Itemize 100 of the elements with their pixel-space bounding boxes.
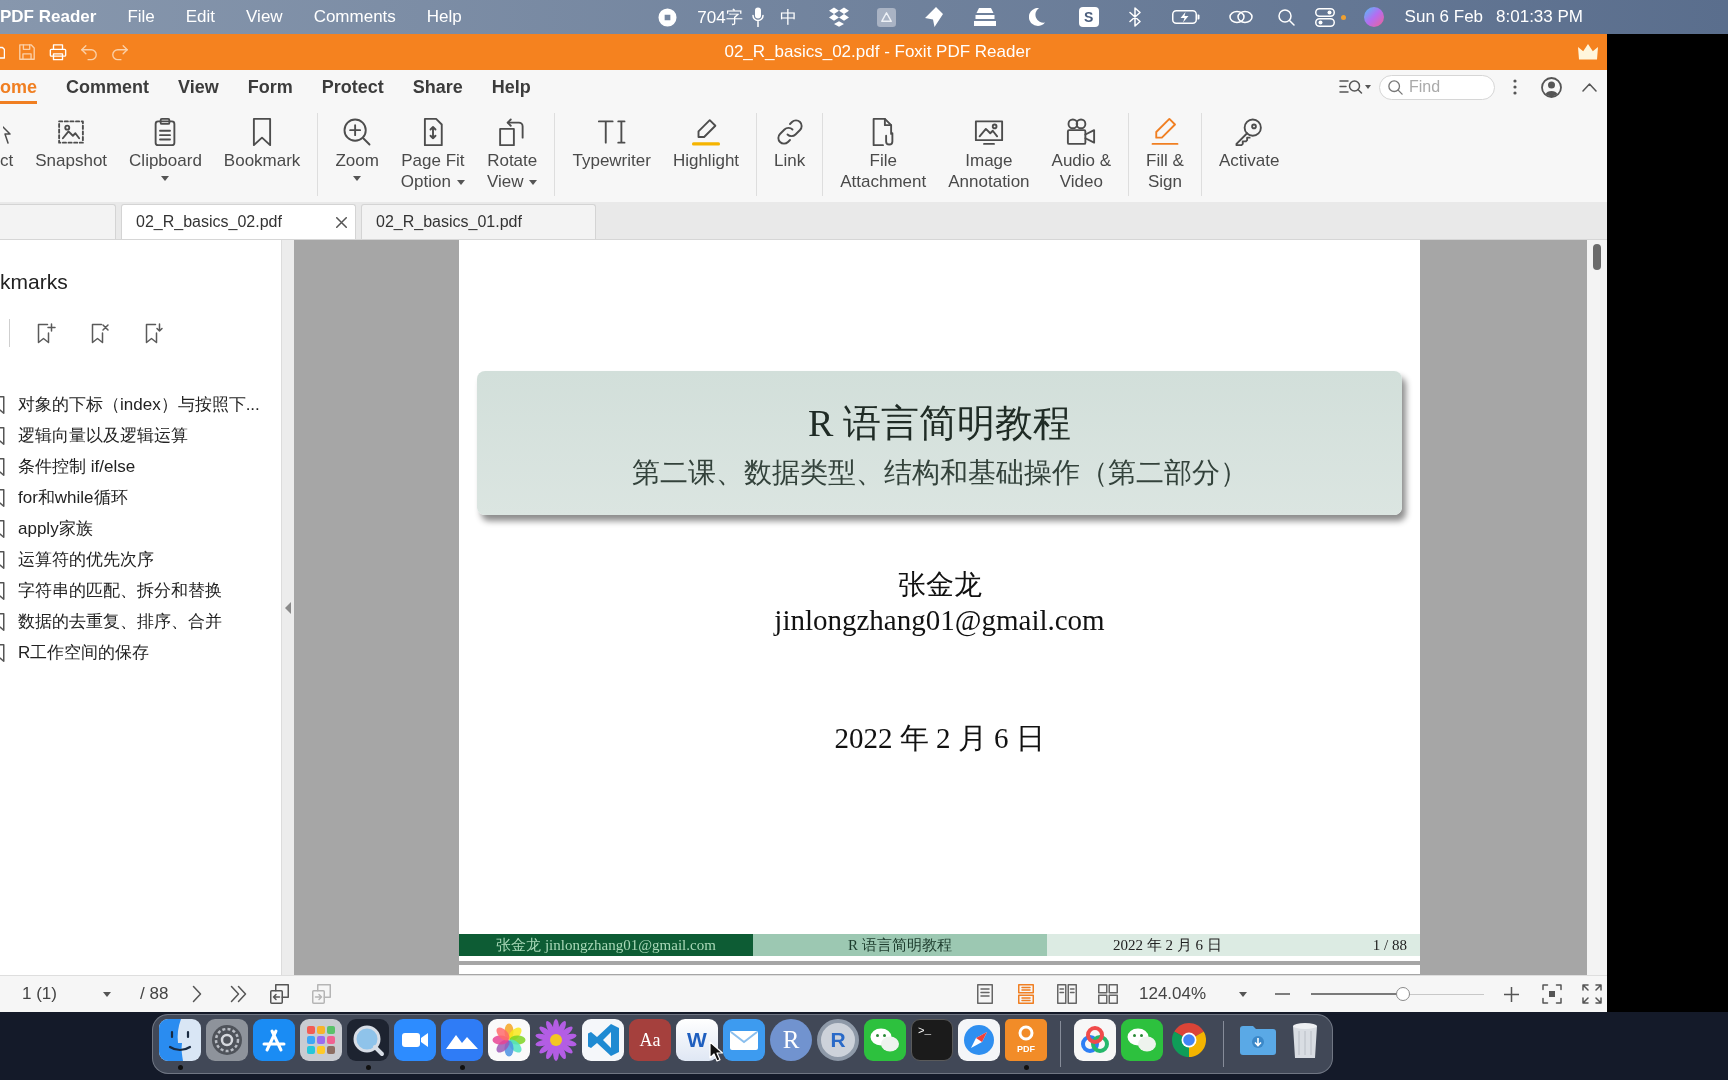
slide-title: R 语言简明教程 [808,401,1071,446]
lens-icon[interactable] [347,1019,389,1061]
page-fit-button[interactable]: Page Fit Option [389,117,476,192]
terminal-app[interactable]: >_ [911,1019,953,1061]
bookmark-icon [0,519,5,538]
facing-grid-icon[interactable] [1098,984,1118,1004]
bookmark-item[interactable]: 字符串的匹配、拆分和替换 [0,575,226,606]
triangle-tile-icon[interactable] [876,7,896,27]
toggles-icon[interactable] [1314,7,1335,27]
fullscreen-icon[interactable] [1582,984,1602,1004]
bookmark-button[interactable]: Bookmark [212,117,312,171]
ribbon-tab[interactable]: Help [491,70,531,104]
document-tab[interactable]: 02_R_basics_01.pdf [361,204,596,239]
interlocked-rings-icon[interactable] [1228,10,1253,24]
bookmark-item[interactable]: apply家族 [0,513,97,544]
pencil-icon [1150,117,1180,147]
envelope-icon[interactable] [723,1019,765,1061]
scrollbar-thumb[interactable] [1593,244,1601,270]
search-options-icon[interactable] [1339,78,1371,96]
link-button[interactable]: Link [763,117,817,171]
bookmark-item[interactable]: R工作空间的保存 [0,637,154,668]
app-logo[interactable]: S [1078,7,1099,27]
more-icon[interactable] [1513,79,1517,95]
file-attachment-button[interactable]: File Attachment [829,117,938,192]
image-annotation-button[interactable]: Image Annotation [937,117,1041,192]
key-icon [1234,117,1265,147]
bookmark-icon [0,488,5,507]
bookmark-icon [0,581,5,600]
facing-pages-icon[interactable] [1057,984,1077,1004]
pinwheel-icon[interactable] [488,1019,530,1061]
mountains-icon[interactable] [441,1019,483,1061]
a-strokes-icon[interactable] [253,1019,295,1061]
ribbon-logo-icon[interactable] [582,1019,624,1061]
bookmark-x-icon[interactable] [90,322,110,344]
ribbon-tab[interactable]: Share [412,70,463,104]
page-number-field[interactable]: 1 (1) [0,980,120,1008]
bookmark-icon [0,612,5,631]
single-page-icon[interactable] [975,984,995,1004]
folder-icon[interactable] [0,44,5,60]
double-chevron-icon[interactable] [230,985,248,1003]
stop-record-icon[interactable] [658,7,678,27]
rings-icon[interactable] [1074,1019,1116,1061]
rotate-view-button[interactable]: Rotate View [475,117,549,192]
bookmark-item[interactable]: for和while循环 [0,482,132,513]
book-app[interactable]: Aa [629,1019,671,1061]
gear-icon[interactable] [206,1019,248,1061]
chat-bubbles-icon[interactable] [1121,1019,1163,1061]
ribbon-tab[interactable]: Form [247,70,293,104]
clock-time: 8:01:33 PM [1496,7,1583,27]
collapse-arrow-icon[interactable] [285,601,291,614]
audio-video-button[interactable]: Audio & Video [1040,117,1123,192]
input-source[interactable]: 中 [779,5,797,29]
link-icon [774,117,805,147]
snapshot-button[interactable]: Snapshot [24,117,119,171]
highlight-button[interactable]: Highlight [661,117,751,171]
typewriter-button[interactable]: Typewriter [561,117,662,171]
ribbon-tab[interactable]: Comment [66,70,150,104]
stacked-pages-icon[interactable] [270,984,290,1004]
bookmark-item[interactable]: 对象的下标（index）与按照下... [0,389,264,420]
color-orb-icon[interactable] [1363,7,1384,27]
video-camera-icon[interactable] [394,1019,436,1061]
activate-button[interactable]: Activate [1207,117,1291,171]
bluetooth-icon[interactable] [1128,7,1141,27]
fill-sign-button[interactable]: Fill & Sign [1135,117,1195,192]
bookmark-item[interactable]: 运算符的优先次序 [0,544,158,575]
search-icon[interactable] [1277,8,1295,26]
zoom-button[interactable]: Zoom [324,117,390,181]
chevron-up-icon[interactable] [1582,82,1597,92]
find-field[interactable]: Find [1379,74,1495,100]
clipboard-button[interactable]: Clipboard [118,117,213,181]
moon-icon[interactable] [1028,8,1045,26]
ribbon-tab[interactable]: Protect [321,70,384,104]
bookmark-plus-icon[interactable] [36,322,56,344]
close-icon[interactable] [336,216,347,228]
document-tab[interactable]: 02_R_basics_02.pdf [121,204,356,239]
ribbon-tab[interactable]: View [178,70,219,104]
fit-page-icon[interactable] [1542,984,1562,1004]
chevron-right-icon[interactable] [192,985,203,1003]
face-icon[interactable] [159,1019,201,1061]
slider-thumb[interactable] [1395,987,1410,1001]
toolbar-button[interactable]: ct [0,117,25,171]
account-icon[interactable] [1541,76,1562,98]
scrollbar-track[interactable] [1587,240,1607,975]
print-icon[interactable] [49,43,67,61]
bookmark-icon [0,550,5,569]
bookmark-arrow-icon[interactable] [144,322,164,344]
microphone-icon[interactable] [751,7,764,27]
chat-bubbles-icon[interactable] [864,1019,906,1061]
zoom-dropdown[interactable]: 124.04% [1134,980,1250,1008]
battery-icon[interactable] [1171,10,1200,24]
bookmark-item[interactable]: 逻辑向量以及逻辑运算 [0,420,192,451]
stacked-bars-icon[interactable] [973,8,996,26]
flower-icon[interactable] [535,1019,577,1061]
plus-icon[interactable] [1504,986,1519,1002]
bookmark-item[interactable]: 条件控制 if/else [0,451,140,482]
bookmark-item[interactable]: 数据的去重复、排序、合并 [0,606,226,637]
diamonds-icon[interactable] [827,7,850,27]
app-grid-icon[interactable] [300,1019,342,1061]
kite-icon[interactable] [924,7,943,27]
compass-icon[interactable] [958,1019,1000,1061]
